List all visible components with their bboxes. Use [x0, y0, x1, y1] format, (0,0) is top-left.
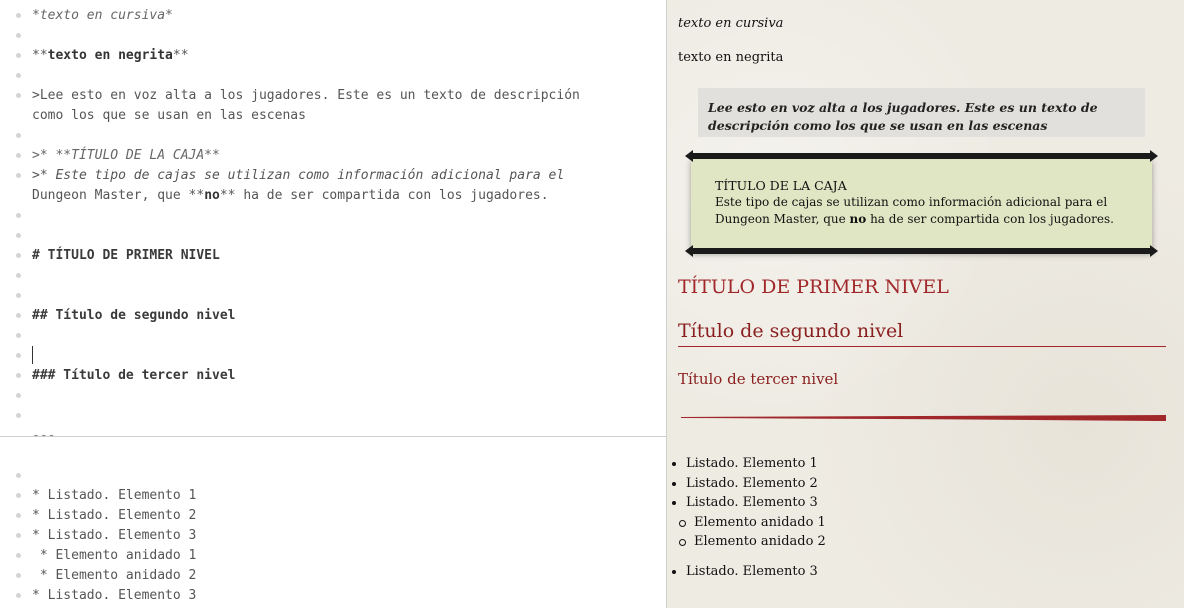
gutter-marker [16, 513, 21, 518]
gutter-marker [16, 173, 21, 178]
list-item: Listado. Elemento 1 [667, 454, 826, 474]
editor-line-read-aloud[interactable]: >Lee esto en voz alta a los jugadores. E… [32, 86, 580, 106]
gutter-marker [16, 253, 21, 258]
editor-line-h1[interactable]: # TÍTULO DE PRIMER NIVEL [32, 246, 220, 266]
horizontal-rule [681, 415, 1166, 421]
gutter-marker [16, 233, 21, 238]
box-body-text: ** ha de ser compartida con los jugadore… [219, 188, 549, 203]
box-top-border [691, 153, 1152, 159]
gutter-marker [16, 413, 21, 418]
editor-line-list[interactable]: * Listado. Elemento 2 [32, 506, 196, 526]
box-bottom-border [691, 248, 1152, 254]
preview-bold-text: texto en negrita [678, 50, 784, 65]
gutter-marker [16, 213, 21, 218]
box-corner [1150, 150, 1158, 162]
gutter-marker [16, 93, 21, 98]
editor-line-box-body[interactable]: >* Este tipo de cajas se utilizan como i… [32, 166, 564, 186]
box-body-bold: no [204, 188, 220, 203]
info-box-title: TÍTULO DE LA CAJA [715, 178, 847, 193]
editor-line-list[interactable]: * Listado. Elemento 3 [32, 526, 196, 546]
bold-marker: ** [32, 48, 48, 63]
info-box: TÍTULO DE LA CAJA Este tipo de cajas se … [685, 150, 1158, 257]
box-corner [685, 245, 693, 257]
nested-list-item: Elemento anidado 2 [667, 532, 826, 552]
box-body-text: Dungeon Master, que ** [32, 188, 205, 203]
preview-italic-text: texto en cursiva [678, 16, 784, 31]
editor-line-bold[interactable]: **texto en negrita** [32, 46, 189, 66]
info-box-bold: no [849, 212, 867, 226]
gutter-marker [16, 593, 21, 598]
gutter-marker [16, 373, 21, 378]
editor-line-box-title[interactable]: >* **TÍTULO DE LA CAJA** [32, 146, 220, 166]
bold-marker: ** [172, 48, 189, 63]
preview-list: Listado. Elemento 1 Listado. Elemento 2 … [667, 454, 826, 581]
preview-heading-2: Título de segundo nivel [678, 320, 1166, 347]
gutter-marker [16, 293, 21, 298]
gutter-marker [16, 33, 21, 38]
info-box-body: Este tipo de cajas se utilizan como info… [715, 194, 1128, 228]
text-cursor [32, 346, 33, 364]
editor-line-h2[interactable]: ## Título de segundo nivel [32, 306, 236, 326]
gutter-marker [16, 353, 21, 358]
box-corner [1150, 245, 1158, 257]
gutter-marker [16, 473, 21, 478]
gutter-marker [16, 153, 21, 158]
editor-line-h3[interactable]: ### Título de tercer nivel [32, 366, 236, 386]
rendered-preview: texto en cursiva texto en negrita Lee es… [666, 0, 1184, 608]
gutter-marker [16, 13, 21, 18]
editor-line-list[interactable]: * Listado. Elemento 1 [32, 486, 196, 506]
editor-line-read-aloud-cont[interactable]: como los que se usan en las escenas [32, 106, 306, 126]
editor-line-list[interactable]: * Listado. Elemento 3 [32, 586, 196, 606]
editor-line-nested[interactable]: * Elemento anidado 1 [32, 546, 197, 566]
preview-heading-1: TÍTULO DE PRIMER NIVEL [678, 276, 949, 298]
gutter-marker [16, 573, 21, 578]
gutter-marker [16, 533, 21, 538]
markdown-editor[interactable]: *texto en cursiva* **texto en negrita ** … [0, 0, 666, 608]
gutter-marker [16, 553, 21, 558]
read-aloud-block: Lee esto en voz alta a los jugadores. Es… [698, 88, 1145, 137]
bold-text: texto en negrita [47, 48, 173, 63]
box-marker: >* Este tipo de cajas se utilizan como i… [32, 168, 565, 183]
info-box-text: ha de ser compartida con los jugadores. [866, 212, 1114, 226]
gutter-marker [16, 313, 21, 318]
editor-line-italic[interactable]: *texto en cursiva* [32, 6, 173, 26]
gutter-marker [16, 73, 21, 78]
nested-list-item: Elemento anidado 1 [667, 513, 826, 533]
editor-line-box-body-cont[interactable]: Dungeon Master, que **no** ha de ser com… [32, 186, 549, 206]
gutter-marker [16, 53, 21, 58]
gutter-marker [16, 273, 21, 278]
read-aloud-text: Lee esto en voz alta a los jugadores. Es… [708, 100, 1098, 133]
page-break-divider [0, 436, 666, 437]
gutter-marker [16, 493, 21, 498]
editor-line-nested[interactable]: * Elemento anidado 2 [32, 566, 197, 586]
gutter-marker [16, 393, 21, 398]
preview-heading-3: Título de tercer nivel [678, 370, 839, 388]
gutter-marker [16, 333, 21, 338]
list-item: Listado. Elemento 3 [667, 493, 826, 513]
list-item: Listado. Elemento 2 [667, 474, 826, 494]
list-item: Listado. Elemento 3 [667, 562, 826, 582]
gutter-marker [16, 133, 21, 138]
box-corner [685, 150, 693, 162]
